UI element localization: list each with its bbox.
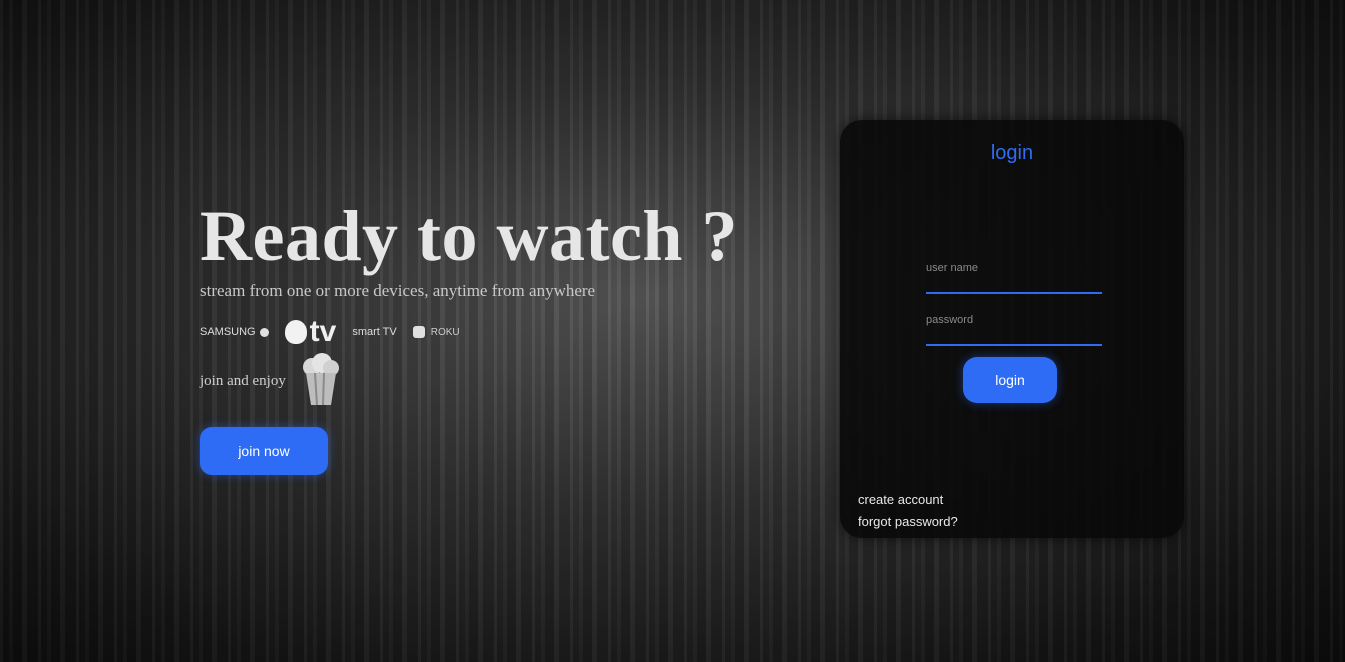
login-button[interactable]: login xyxy=(963,357,1057,403)
popcorn-svg xyxy=(302,353,339,406)
enjoy-text: join and enjoy xyxy=(200,372,286,389)
roku-icon xyxy=(412,326,425,338)
username-input[interactable] xyxy=(926,282,1102,294)
username-label: user name xyxy=(926,262,978,274)
apple-icon xyxy=(284,320,307,344)
roku-logo: ROKU xyxy=(412,326,460,338)
hero-subtitle: stream from one or more devices, anytime… xyxy=(200,281,596,300)
login-card: login user name password login create ac… xyxy=(840,120,1184,538)
hero-section: Ready to watch ? stream from one or more… xyxy=(200,195,760,475)
join-now-button[interactable]: join now xyxy=(200,427,328,475)
enjoy-row: join and enjoy xyxy=(200,353,760,409)
login-title: login xyxy=(990,142,1034,164)
samsung-label: SAMSUNG xyxy=(200,326,256,338)
forgot-password-link[interactable]: forgot password? xyxy=(858,514,958,529)
password-field-group: password xyxy=(926,314,1102,348)
samsung-logo: SAMSUNG xyxy=(200,326,269,338)
smart-tv-logo: smart TV xyxy=(352,326,396,338)
apple-tv-label: tv xyxy=(309,315,337,348)
password-input[interactable] xyxy=(926,334,1102,346)
roku-label: ROKU xyxy=(430,326,460,338)
create-account-link[interactable]: create account xyxy=(858,492,943,507)
samsung-dot-icon xyxy=(259,327,269,337)
smart-tv-label: smart TV xyxy=(352,326,397,338)
hero-title: Ready to watch ? xyxy=(200,196,738,276)
device-logos: SAMSUNG tv smart TV ROKU xyxy=(200,315,760,349)
popcorn-icon xyxy=(298,353,344,409)
password-label: password xyxy=(926,314,974,326)
username-field-group: user name xyxy=(926,262,1102,296)
apple-tv-logo: tv xyxy=(284,315,337,349)
